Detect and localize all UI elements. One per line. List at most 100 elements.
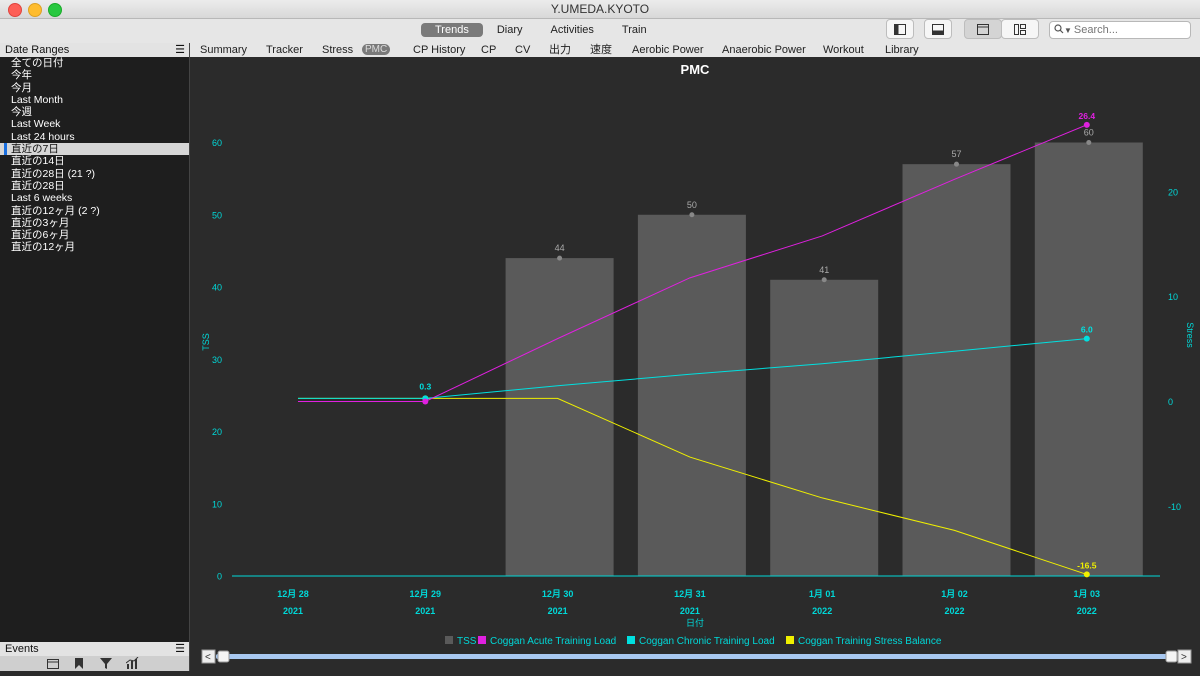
scroll-handle-left[interactable] [217, 650, 230, 663]
search-input[interactable] [1073, 24, 1174, 36]
ctl-end-point [1083, 335, 1090, 342]
events-menu-icon[interactable]: ☰ [175, 642, 185, 656]
tss-bar-label: 44 [555, 243, 565, 253]
date-range-list: 全ての日付 今年 今月 Last Month 今週 Last Week Last 24 ho… [0, 57, 189, 254]
legend-item: Coggan Acute Training Load [490, 636, 616, 647]
legend-swatch [478, 636, 486, 644]
toggle-bottom-panel-button[interactable] [924, 19, 952, 39]
nav-diary[interactable]: Diary [483, 23, 537, 37]
x-tick-year: 2021 [415, 606, 435, 616]
tss-bar-label: 50 [687, 200, 697, 210]
pmc-chart[interactable]: PMC 0 10 20 30 40 50 60 TSS -10 0 10 20 Stress 44 50 41 5… [190, 57, 1200, 649]
x-tick-year: 2022 [944, 606, 964, 616]
tss-point [689, 212, 695, 218]
date-range-item[interactable]: 直近の12ヶ月 [0, 241, 189, 253]
single-view-icon [977, 23, 989, 35]
x-tick-year: 2022 [1077, 606, 1097, 616]
x-tick-label: 1月 03 [1074, 589, 1101, 599]
date-range-item[interactable]: Last 24 hours [0, 131, 189, 143]
x-axis-label: 日付 [686, 618, 704, 628]
date-range-item[interactable]: 直近の28日 (21 ?) [0, 168, 189, 180]
legend-swatch [786, 636, 794, 644]
search-dropdown-icon[interactable]: ▼ [1064, 26, 1072, 35]
date-range-item[interactable]: 直近の12ヶ月 (2 ?) [0, 205, 189, 217]
tsb-end-point [1083, 571, 1090, 578]
calendar-icon[interactable] [47, 658, 59, 669]
date-range-item[interactable]: 全ての日付 [0, 57, 189, 69]
bottom-panel-icon [932, 23, 944, 35]
tss-point [1086, 140, 1092, 145]
tss-bar-label: 41 [819, 265, 829, 275]
x-tick-label: 1月 01 [809, 589, 836, 599]
y-tick-label: 20 [212, 427, 222, 437]
close-window-button[interactable] [8, 3, 22, 17]
tss-bar [770, 279, 879, 576]
single-view-button[interactable] [964, 19, 1002, 39]
nav-activities[interactable]: Activities [537, 23, 608, 37]
tab-tracker[interactable]: Tracker [266, 43, 303, 57]
tab-library[interactable]: Library [885, 43, 919, 57]
x-tick-label: 12月 28 [277, 589, 309, 599]
tab-pmc[interactable]: PMC [362, 44, 391, 55]
tab-summary[interactable]: Summary [200, 43, 247, 57]
nav-train[interactable]: Train [608, 23, 661, 37]
tab-anaerobic-power[interactable]: Anaerobic Power [722, 43, 806, 57]
y-axis-label: TSS [201, 333, 211, 351]
toolbar: Trends Diary Activities Train ▼ [0, 19, 1200, 43]
date-range-item[interactable]: 今月 [0, 82, 189, 94]
filter-icon[interactable] [100, 658, 112, 669]
scroll-track[interactable] [216, 654, 1168, 659]
tss-bar-label: 57 [951, 149, 961, 159]
window-title: Y.UMEDA.KYOTO [550, 2, 650, 16]
date-range-item[interactable]: 今年 [0, 69, 189, 81]
y-tick-label: 60 [212, 138, 222, 148]
y-tick-label: 10 [212, 499, 222, 509]
tab-workout[interactable]: Workout [823, 43, 864, 57]
y-tick-label: 40 [212, 283, 222, 293]
date-scrollbar: < > [190, 649, 1200, 671]
y2-tick-label: -10 [1168, 502, 1181, 512]
date-range-item[interactable]: 直近の28日 [0, 180, 189, 192]
tab-cv[interactable]: CV [515, 43, 530, 57]
tab-stress[interactable]: Stress [322, 43, 353, 57]
legend-item: Coggan Chronic Training Load [639, 636, 775, 647]
hamburger-menu-icon[interactable]: ☰ [175, 43, 185, 57]
chart-icon[interactable] [126, 657, 139, 669]
date-range-item[interactable]: Last Week [0, 118, 189, 130]
atl-end-point [1083, 121, 1090, 128]
tab-cp-history[interactable]: CP History [413, 43, 465, 57]
y-tick-label: 30 [212, 355, 222, 365]
maximize-window-button[interactable] [48, 3, 62, 17]
y2-axis-label: Stress [1185, 322, 1195, 348]
tab-aerobic-power[interactable]: Aerobic Power [632, 43, 704, 57]
legend-item: Coggan Training Stress Balance [798, 636, 942, 647]
date-range-item[interactable]: 直近の6ヶ月 [0, 229, 189, 241]
date-range-item[interactable]: Last 6 weeks [0, 192, 189, 204]
tab-cp[interactable]: CP [481, 43, 496, 57]
y-tick-label: 50 [212, 210, 222, 220]
nav-trends[interactable]: Trends [421, 23, 483, 37]
date-range-item[interactable]: 直近の3ヶ月 [0, 217, 189, 229]
tab-出力[interactable]: 出力 [549, 43, 571, 57]
date-ranges-header: Date Ranges ☰ [0, 43, 189, 57]
bookmark-icon[interactable] [74, 658, 84, 669]
toggle-sidebar-button[interactable] [886, 19, 914, 39]
x-tick-label: 1月 02 [941, 589, 968, 599]
window-titlebar: Y.UMEDA.KYOTO [0, 0, 1200, 19]
tiled-view-button[interactable] [1001, 19, 1039, 39]
date-range-item[interactable]: 今週 [0, 106, 189, 118]
scroll-handle-right[interactable] [1165, 650, 1178, 663]
minimize-window-button[interactable] [28, 3, 42, 17]
y2-tick-label: 10 [1168, 292, 1178, 302]
chevron-right-icon: > [1181, 652, 1187, 663]
date-range-item[interactable]: 直近の7日 [0, 143, 189, 156]
date-range-item[interactable]: 直近の14日 [0, 155, 189, 167]
x-tick-year: 2021 [283, 606, 303, 616]
tab-速度[interactable]: 速度 [590, 43, 612, 57]
search-box[interactable]: ▼ [1049, 21, 1191, 39]
tss-bar [637, 214, 746, 576]
date-range-item[interactable]: Last Month [0, 94, 189, 106]
tss-point [821, 277, 827, 283]
legend-swatch [627, 636, 635, 644]
x-tick-label: 12月 29 [410, 589, 442, 599]
